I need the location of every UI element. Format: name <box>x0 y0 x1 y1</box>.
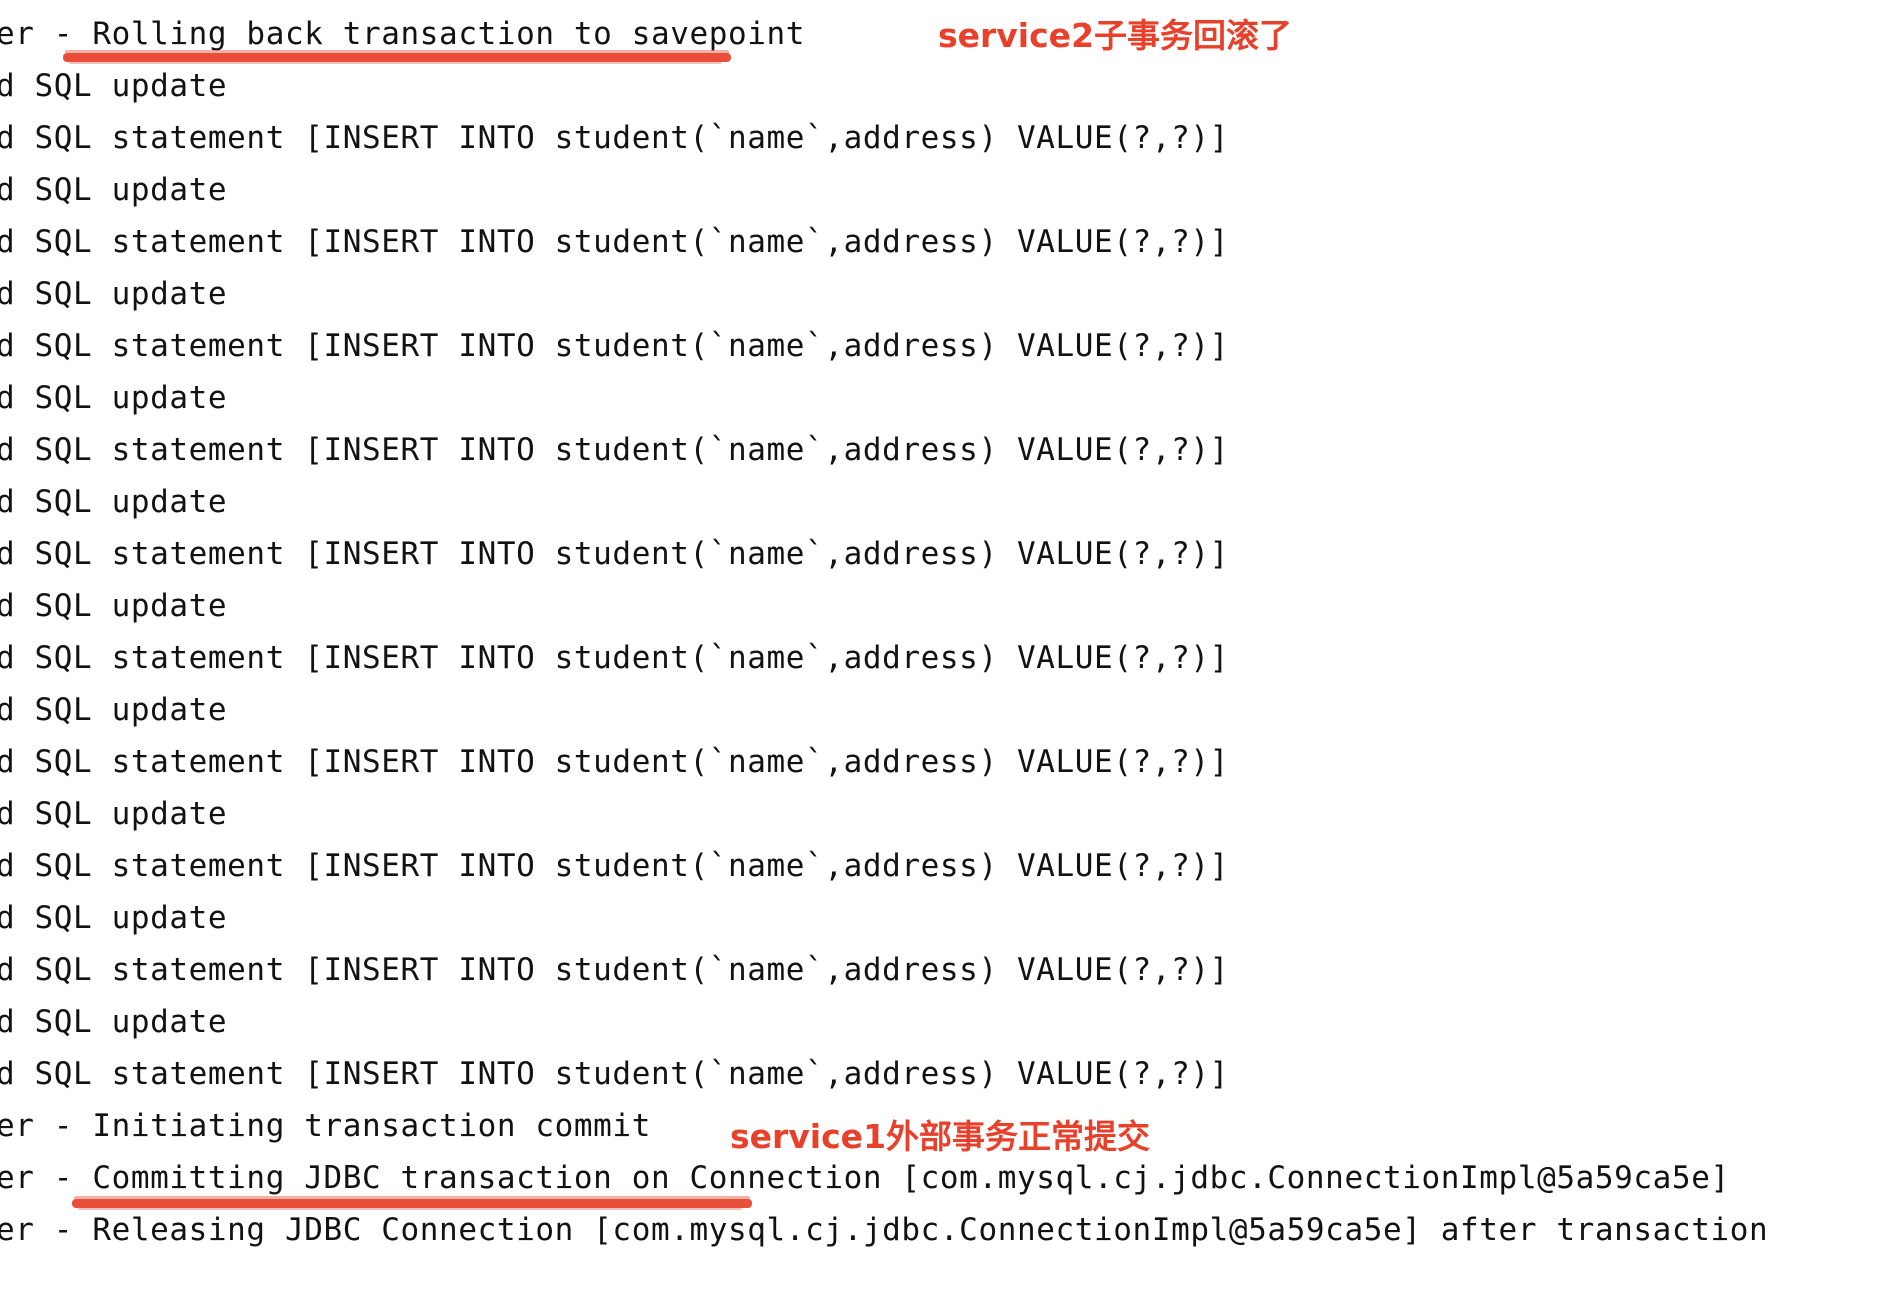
annotation-service1-commit: service1外部事务正常提交 <box>730 1117 1151 1156</box>
log-line: d SQL update <box>0 380 228 416</box>
log-line: d SQL update <box>0 1004 228 1040</box>
log-line: d SQL statement [INSERT INTO student(`na… <box>0 952 1229 988</box>
log-line: d SQL update <box>0 172 228 208</box>
log-line: d SQL statement [INSERT INTO student(`na… <box>0 120 1229 156</box>
log-line: d SQL statement [INSERT INTO student(`na… <box>0 744 1229 780</box>
log-line: d SQL statement [INSERT INTO student(`na… <box>0 432 1229 468</box>
underline-rolling-back-savepoint <box>63 50 731 64</box>
log-line: er - Initiating transaction commit <box>0 1108 651 1144</box>
log-line: d SQL statement [INSERT INTO student(`na… <box>0 224 1229 260</box>
log-line: er - Committing JDBC transaction on Conn… <box>0 1160 1730 1196</box>
console-log-output[interactable]: er - Rolling back transaction to savepoi… <box>0 0 1904 1296</box>
log-line: d SQL update <box>0 276 228 312</box>
log-line: d SQL update <box>0 900 228 936</box>
log-line: d SQL statement [INSERT INTO student(`na… <box>0 536 1229 572</box>
log-line: d SQL statement [INSERT INTO student(`na… <box>0 848 1229 884</box>
screenshot-root: er - Rolling back transaction to savepoi… <box>0 0 1904 1296</box>
log-line: er - Rolling back transaction to savepoi… <box>0 16 806 52</box>
log-line: d SQL update <box>0 484 228 520</box>
annotation-service2-rollback: service2子事务回滚了 <box>938 16 1293 55</box>
log-line: d SQL update <box>0 68 228 104</box>
log-line: d SQL update <box>0 588 228 624</box>
log-line: d SQL statement [INSERT INTO student(`na… <box>0 1056 1229 1092</box>
log-line: d SQL update <box>0 796 228 832</box>
log-line: d SQL statement [INSERT INTO student(`na… <box>0 640 1229 676</box>
log-line: d SQL statement [INSERT INTO student(`na… <box>0 328 1229 364</box>
log-line: er - Releasing JDBC Connection [com.mysq… <box>0 1212 1769 1248</box>
underline-committing-jdbc-transaction <box>72 1196 752 1210</box>
log-line: d SQL update <box>0 692 228 728</box>
